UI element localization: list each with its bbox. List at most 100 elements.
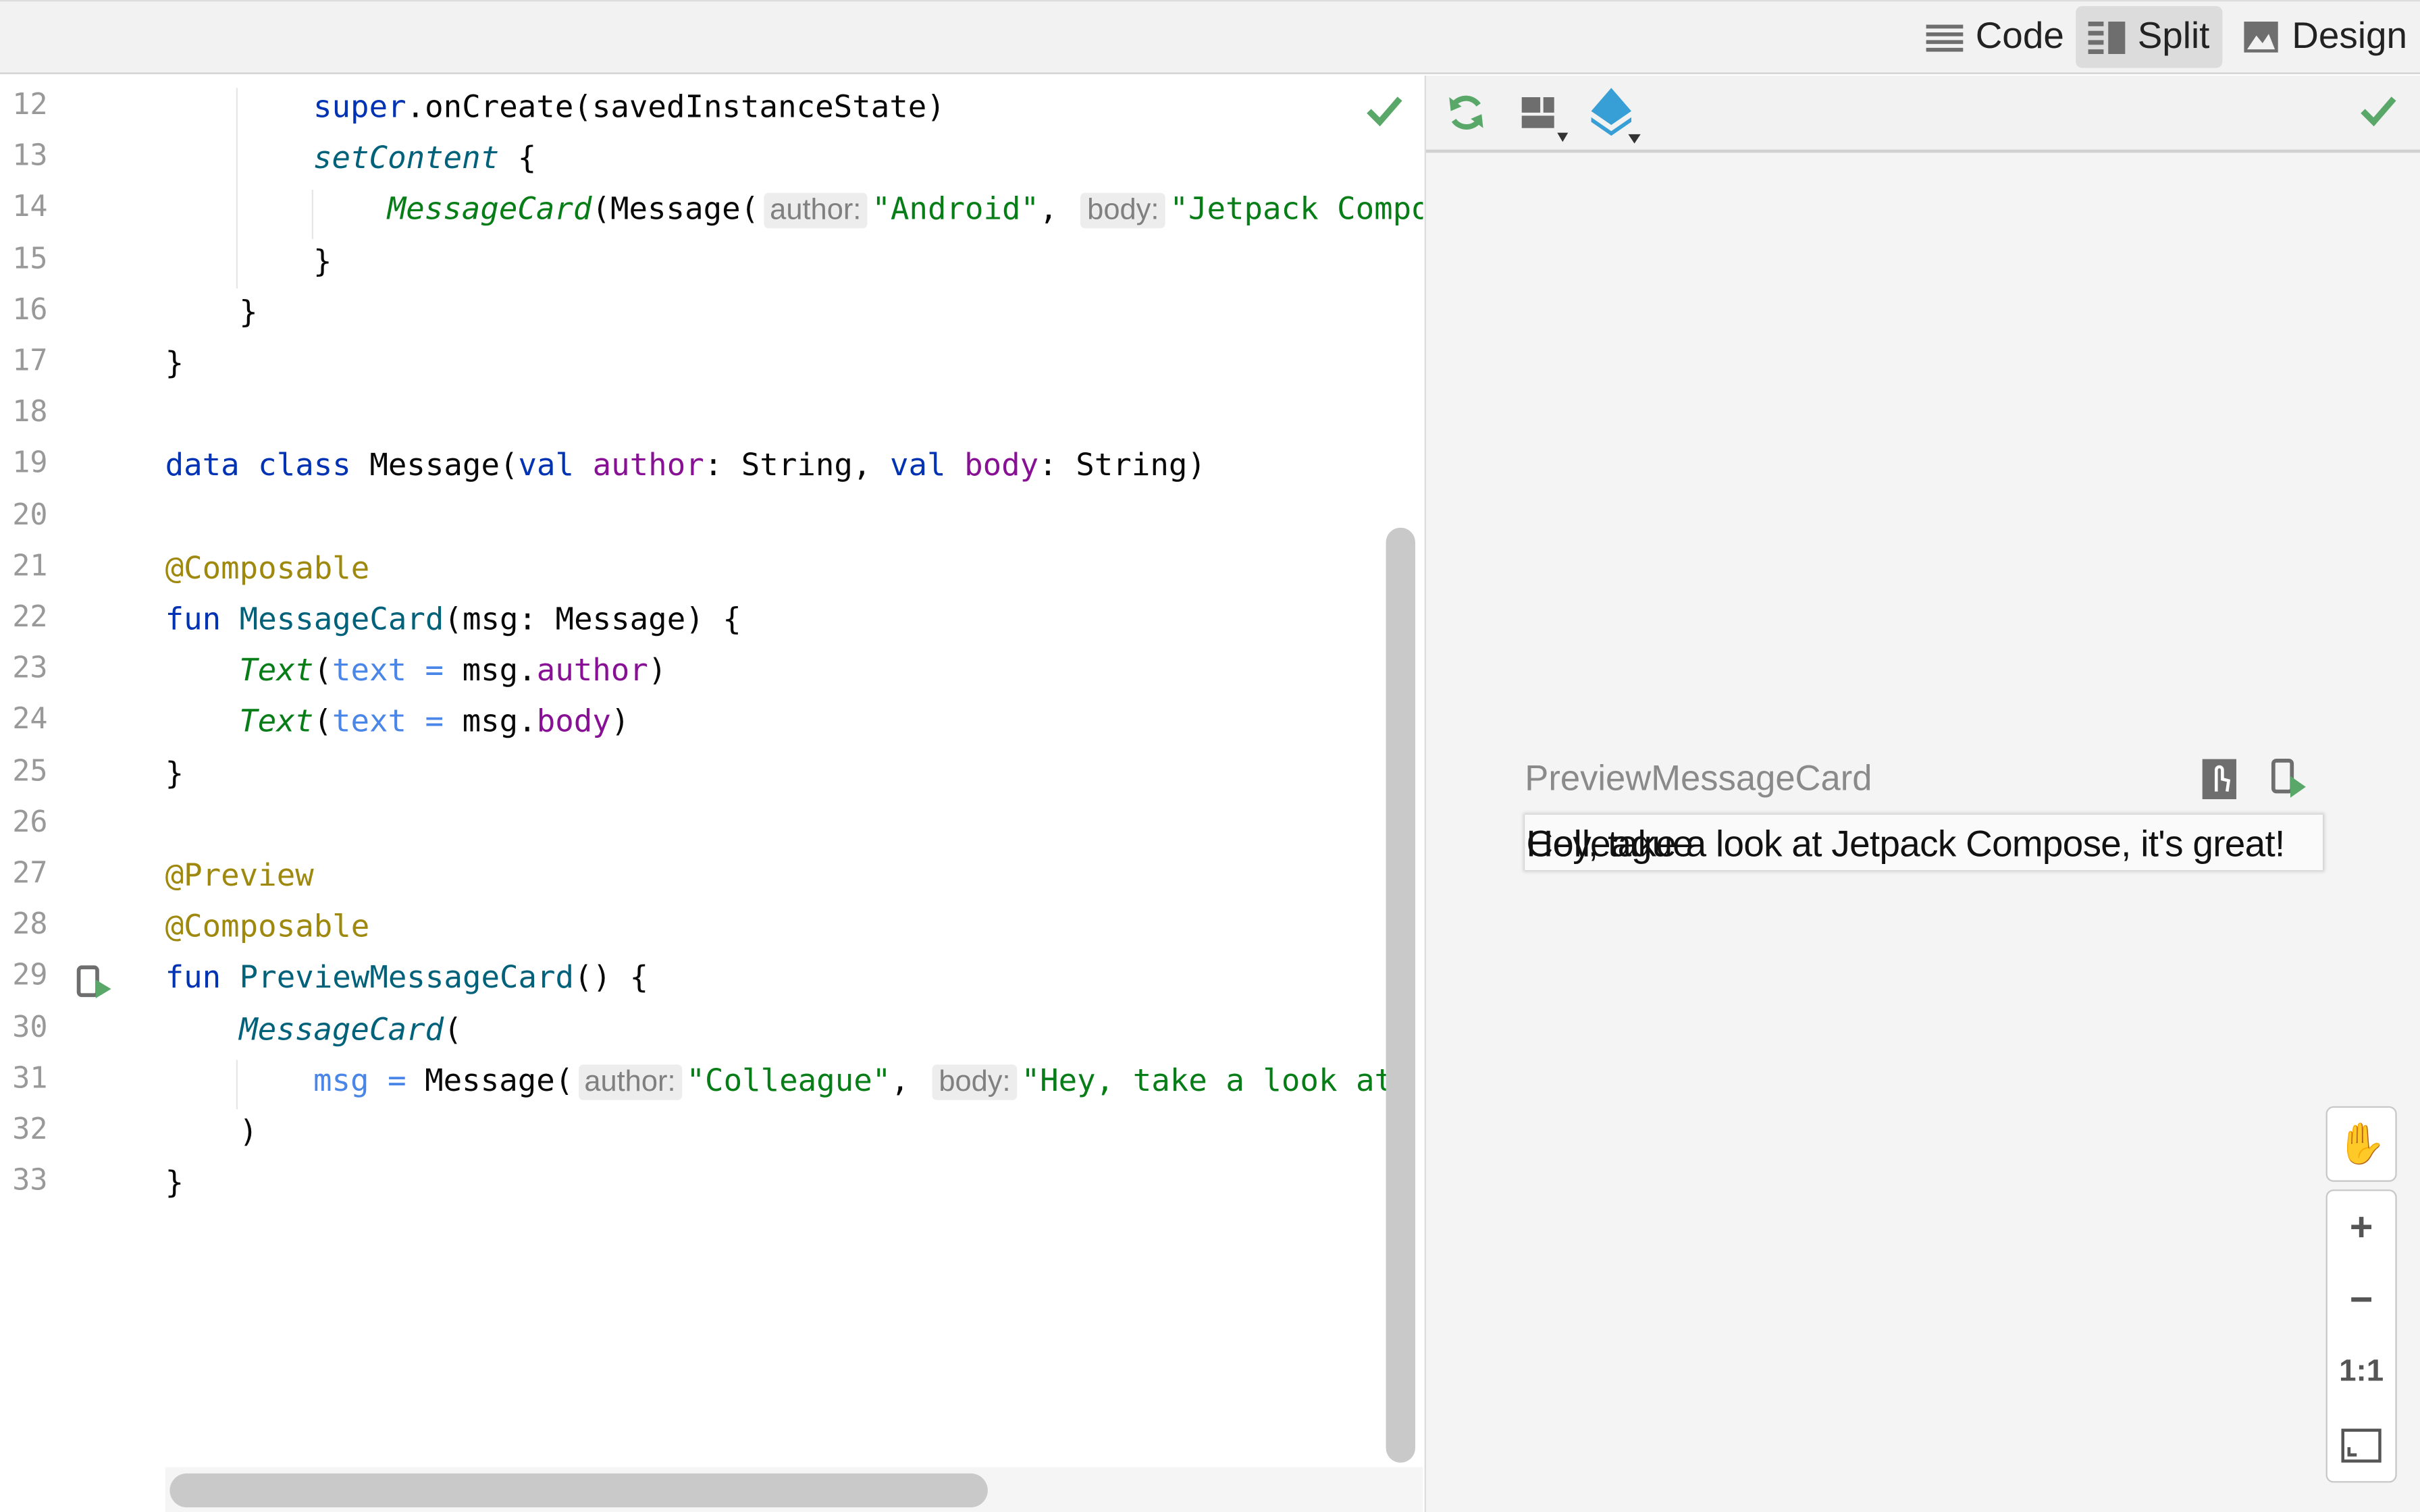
zoom-out-icon[interactable]: −: [2327, 1264, 2396, 1336]
preview-render[interactable]: Colleague Hey, take a look at Jetpack Co…: [1525, 814, 2323, 871]
code-token: : String): [1038, 446, 1206, 484]
code-line[interactable]: }: [165, 344, 184, 381]
code-line[interactable]: }: [165, 1164, 184, 1201]
code-token: "Android": [872, 190, 1040, 227]
line-number: 26: [12, 805, 48, 839]
code-token: ,: [891, 1061, 928, 1098]
code-mode-button[interactable]: Code: [1914, 6, 2076, 68]
horizontal-scrollbar[interactable]: [169, 1473, 988, 1508]
code-mode-label: Code: [1975, 15, 2064, 57]
indent-guide: [236, 88, 238, 289]
line-number: 33: [12, 1163, 48, 1198]
line-number: 23: [12, 651, 48, 686]
code-line[interactable]: @Composable: [165, 907, 370, 944]
code-token: MessageCard: [239, 1010, 444, 1048]
code-token: : String,: [704, 446, 890, 484]
layout-options-icon[interactable]: [1519, 94, 1574, 143]
run-preview-gutter-icon[interactable]: [74, 965, 114, 1002]
line-number: 29: [12, 959, 48, 993]
code-line[interactable]: data class Message(val author: String, v…: [165, 446, 1206, 483]
code-token: Message(: [369, 446, 519, 484]
code-line[interactable]: Text(text = msg.author): [239, 651, 666, 688]
code-line[interactable]: @Preview: [165, 857, 314, 894]
code-token: setContent: [313, 139, 500, 176]
code-line[interactable]: @Composable: [165, 549, 370, 586]
code-editor[interactable]: 12 super.onCreate(savedInstanceState) 13 se…: [0, 75, 1423, 1512]
code-token: }: [313, 241, 332, 279]
code-token: }: [165, 344, 184, 381]
zoom-to-fit-icon[interactable]: [2327, 1409, 2396, 1481]
preview-title: PreviewMessageCard: [1525, 757, 1872, 798]
zoom-in-icon[interactable]: +: [2327, 1191, 2396, 1264]
code-token: .onCreate(savedInstanceState): [406, 88, 945, 126]
parameter-hint: body:: [932, 1064, 1017, 1100]
code-token: }: [165, 1163, 184, 1201]
design-mode-button[interactable]: Design: [2230, 6, 2419, 68]
line-number: 20: [12, 497, 48, 532]
code-line[interactable]: }: [313, 242, 332, 279]
refresh-icon[interactable]: [1444, 91, 1488, 134]
line-number: 31: [12, 1061, 48, 1096]
split-icon: [2088, 21, 2126, 54]
preview-panel: PreviewMessageCard Colleague Hey, take a…: [1424, 75, 2420, 1512]
code-token: }: [165, 753, 184, 791]
code-token: Text: [239, 651, 314, 688]
code-token: () {: [574, 959, 649, 996]
line-number: 28: [12, 907, 48, 942]
line-number: 30: [12, 1010, 48, 1044]
image-icon: [2244, 21, 2278, 53]
line-number: 25: [12, 753, 48, 788]
actual-size-button[interactable]: 1:1: [2327, 1336, 2396, 1408]
parameter-hint: body:: [1081, 193, 1165, 230]
code-token: msg =: [313, 1061, 425, 1098]
line-number: 21: [12, 549, 48, 583]
code-token: ): [648, 651, 667, 688]
pan-button[interactable]: ✋: [2325, 1106, 2397, 1182]
lines-icon: [1926, 24, 1964, 52]
line-number: 12: [12, 88, 48, 122]
code-line[interactable]: Text(text = msg.body): [239, 703, 629, 740]
code-token: MessageCard: [387, 190, 592, 227]
code-token: @Composable: [165, 549, 370, 587]
code-token: fun: [165, 959, 240, 996]
ide-window: Code Split Design 12 super.onCreate(saved…: [0, 0, 2420, 1512]
no-problems-check-icon: [2361, 97, 2396, 127]
code-token: (msg: Message) {: [444, 600, 741, 637]
code-line[interactable]: }: [239, 293, 258, 330]
code-token: MessageCard: [239, 600, 444, 637]
code-line[interactable]: super.onCreate(savedInstanceState): [313, 88, 945, 125]
line-number: 22: [12, 600, 48, 634]
code-line[interactable]: fun PreviewMessageCard() {: [165, 959, 649, 996]
code-line[interactable]: msg = Message(author: "Colleague", body: "…: [313, 1061, 1393, 1100]
line-number: 27: [12, 856, 48, 890]
code-token: (: [313, 702, 332, 740]
code-line[interactable]: fun MessageCard(msg: Message) {: [165, 600, 741, 637]
code-token: msg.: [462, 651, 537, 688]
code-line[interactable]: ): [239, 1112, 258, 1150]
code-line[interactable]: MessageCard(Message(author: "Android", bo…: [387, 190, 1423, 230]
code-token: ): [239, 1112, 258, 1150]
layers-icon[interactable]: [1587, 85, 1648, 146]
vertical-scrollbar[interactable]: [1386, 527, 1415, 1463]
code-token: PreviewMessageCard: [239, 959, 575, 996]
code-line[interactable]: MessageCard(: [239, 1010, 462, 1047]
code-token: (Message(: [591, 190, 760, 227]
line-number: 18: [12, 395, 48, 429]
line-number: 14: [12, 190, 48, 225]
deploy-preview-icon[interactable]: [2269, 757, 2312, 801]
line-number: 13: [12, 139, 48, 173]
code-token: text =: [332, 651, 463, 688]
code-token: }: [239, 292, 258, 330]
code-line[interactable]: }: [165, 754, 184, 791]
no-problems-check-icon: [1367, 97, 1402, 127]
design-mode-label: Design: [2292, 15, 2408, 57]
editor-mode-bar: Code Split Design: [0, 0, 2420, 74]
code-token: super: [313, 88, 406, 126]
line-number: 24: [12, 702, 48, 737]
line-number: 32: [12, 1112, 48, 1147]
code-token: Text: [239, 702, 314, 740]
split-mode-button[interactable]: Split: [2076, 6, 2222, 68]
code-line[interactable]: setContent {: [313, 139, 536, 176]
interactive-mode-icon[interactable]: [2201, 757, 2240, 801]
code-token: data class: [165, 446, 370, 484]
